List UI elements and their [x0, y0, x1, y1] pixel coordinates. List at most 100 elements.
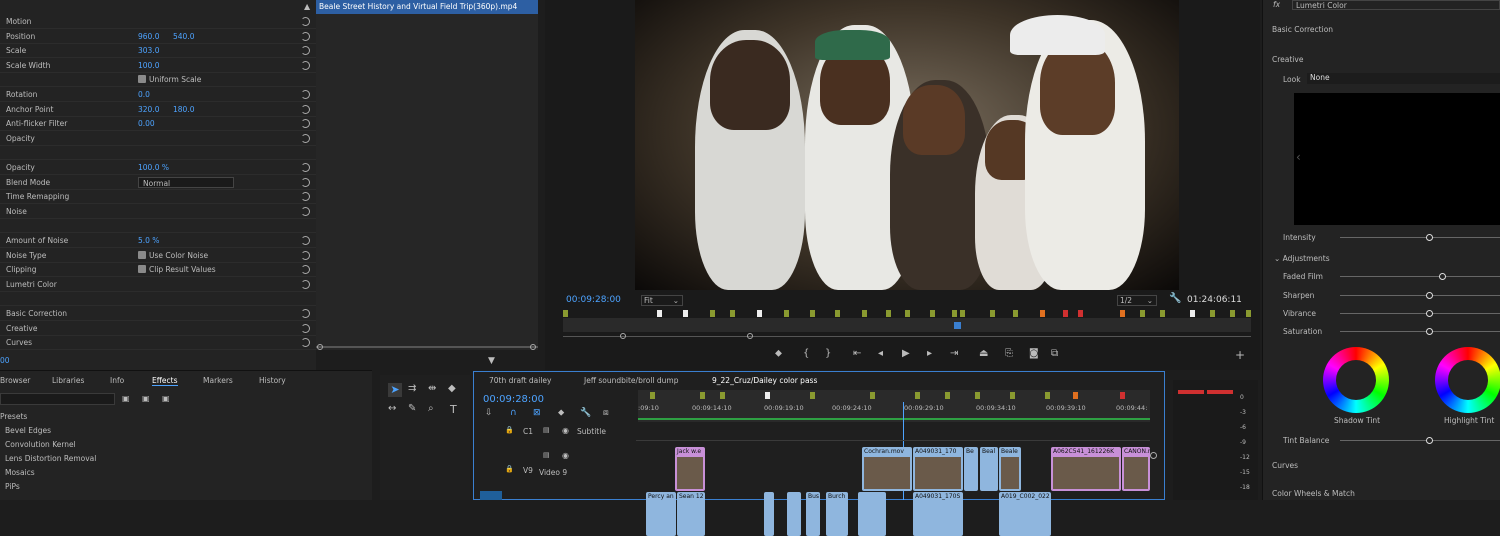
timeline-clip[interactable]: A019_C002_022 [999, 492, 1051, 536]
eye-icon[interactable]: ◉ [562, 426, 569, 435]
timeline-marker-icon[interactable] [720, 392, 725, 399]
curves-section[interactable]: Curves [1272, 461, 1298, 470]
track-select-icon[interactable]: ⇉ [408, 383, 416, 394]
filter-icon[interactable]: ▼ [488, 356, 495, 366]
look-dropdown[interactable]: None [1307, 73, 1500, 84]
reset-icon[interactable] [301, 119, 310, 129]
shadow-tint-wheel[interactable] [1323, 347, 1389, 413]
basic-correction-section[interactable]: Basic Correction [1272, 25, 1333, 34]
timeline-clip[interactable]: A049031_170S [913, 492, 963, 536]
sequence-tab[interactable]: 9_22_Cruz/Dailey color pass [712, 376, 817, 385]
sync-icon[interactable]: ▤ [543, 426, 550, 434]
effects-folder[interactable]: Mosaics [5, 468, 35, 477]
reset-icon[interactable] [301, 250, 310, 260]
marker-icon[interactable] [1040, 310, 1045, 317]
reset-icon[interactable] [301, 192, 310, 202]
marker-icon[interactable] [1246, 310, 1251, 317]
sharpen-slider[interactable] [1340, 292, 1500, 299]
reset-icon[interactable] [301, 236, 310, 245]
marker-icon[interactable] [886, 310, 891, 317]
timeline-marker-icon[interactable] [810, 392, 815, 399]
nest-icon[interactable]: ⇩ [485, 408, 493, 418]
tint-balance-slider[interactable] [1340, 437, 1500, 444]
sequence-tab[interactable]: 70th draft dailey [489, 376, 551, 385]
ripple-edit-icon[interactable]: ⇹ [428, 383, 436, 394]
mark-out-icon[interactable]: } [825, 348, 831, 359]
highlight-tint-wheel[interactable] [1435, 347, 1500, 413]
marker-icon[interactable] [1160, 310, 1165, 317]
add-marker-icon[interactable]: ⬥ [775, 348, 782, 359]
zoom-tool-icon[interactable]: ⌕ [428, 403, 434, 414]
timeline-clip[interactable] [787, 492, 801, 536]
compare-icon[interactable]: ⧉ [1051, 348, 1058, 359]
accelerated-icon[interactable]: ▣ [122, 394, 130, 403]
marker-icon[interactable] [784, 310, 789, 317]
timeline-marker-icon[interactable] [1073, 392, 1078, 399]
effect-value[interactable]: 100.0 % [138, 161, 169, 175]
marker-icon[interactable] [1063, 310, 1068, 317]
timeline-marker-icon[interactable] [975, 392, 980, 399]
reset-icon[interactable] [301, 279, 310, 289]
marker-icon[interactable] [990, 310, 995, 317]
zoom-bar[interactable] [563, 336, 1251, 337]
reset-icon[interactable] [301, 104, 310, 114]
source-clip-name[interactable]: Beale Street History and Virtual Field T… [316, 0, 538, 14]
sequence-tab[interactable]: Jeff soundbite/broll dump [584, 376, 678, 385]
timeline-marker-icon[interactable] [1010, 392, 1015, 399]
marker-icon[interactable] [1078, 310, 1083, 317]
checkbox-icon[interactable] [138, 265, 146, 274]
pen-tool-icon[interactable]: ✎ [408, 403, 416, 414]
camera-icon[interactable]: ◙ [1029, 348, 1039, 359]
tab-markers[interactable]: Markers [203, 376, 233, 385]
marker-icon[interactable] [730, 310, 735, 317]
v8-target[interactable] [480, 491, 502, 500]
selection-tool-icon[interactable]: ➤ [388, 383, 402, 397]
type-tool-icon[interactable]: T [450, 403, 457, 416]
captions-icon[interactable]: ⧈ [603, 408, 609, 418]
effect-dropdown[interactable]: Lumetri Color [1292, 0, 1500, 10]
zoom-handle-left[interactable] [620, 333, 626, 339]
razor-icon[interactable]: ◆ [448, 383, 456, 394]
go-to-out-icon[interactable]: ⇥ [950, 348, 958, 359]
tab-history[interactable]: History [259, 376, 286, 385]
marker-icon[interactable] [1013, 310, 1018, 317]
marker-icon[interactable] [835, 310, 840, 317]
effect-value[interactable]: 0.00 [138, 117, 155, 131]
snap-icon[interactable]: ∩ [510, 408, 517, 418]
effects-search-input[interactable] [0, 393, 115, 405]
marker-icon[interactable] [930, 310, 935, 317]
effect-value[interactable]: 5.0 % [138, 234, 159, 248]
prev-look-icon[interactable]: ‹ [1296, 150, 1301, 164]
color-wheels-section[interactable]: Color Wheels & Match [1272, 489, 1355, 498]
effects-folder[interactable]: Lens Distortion Removal [5, 454, 96, 463]
vibrance-slider[interactable] [1340, 310, 1500, 317]
reset-icon[interactable] [301, 323, 310, 333]
timeline-marker-icon[interactable] [650, 392, 655, 399]
marker-icon[interactable] [657, 310, 662, 317]
marker-icon[interactable] [563, 310, 568, 317]
marker-icon[interactable] [905, 310, 910, 317]
v9-eye-icon[interactable]: ◉ [562, 451, 569, 460]
timeline-clip[interactable] [764, 492, 774, 536]
step-back-icon[interactable]: ◂ [878, 348, 883, 359]
marker-icon[interactable] [810, 310, 815, 317]
effect-value[interactable]: 303.0 [138, 44, 159, 58]
effects-folder[interactable]: PiPs [5, 482, 20, 491]
effect-value[interactable]: 0.0 [138, 88, 150, 102]
mark-in-icon[interactable]: { [803, 348, 809, 359]
marker-icon[interactable] [710, 310, 715, 317]
marker-icon[interactable] [1190, 310, 1195, 317]
wrench-icon[interactable]: 🔧 [1169, 293, 1181, 304]
step-forward-icon[interactable]: ▸ [927, 348, 932, 359]
timeline-clip[interactable]: Beal [980, 447, 998, 491]
timeline-timecode[interactable]: 00:09:28:00 [483, 394, 544, 405]
go-to-in-icon[interactable]: ⇤ [853, 348, 861, 359]
add-button-icon[interactable]: + [1235, 348, 1245, 362]
marker-icon[interactable] [1120, 310, 1125, 317]
timeline-marker-icon[interactable] [870, 392, 875, 399]
faded-film-slider[interactable] [1340, 273, 1500, 280]
reset-icon[interactable] [301, 60, 310, 70]
v9-lock-icon[interactable]: 🔒 [505, 465, 514, 473]
reset-icon[interactable] [301, 163, 310, 172]
lift-icon[interactable]: ⏏ [979, 348, 988, 359]
